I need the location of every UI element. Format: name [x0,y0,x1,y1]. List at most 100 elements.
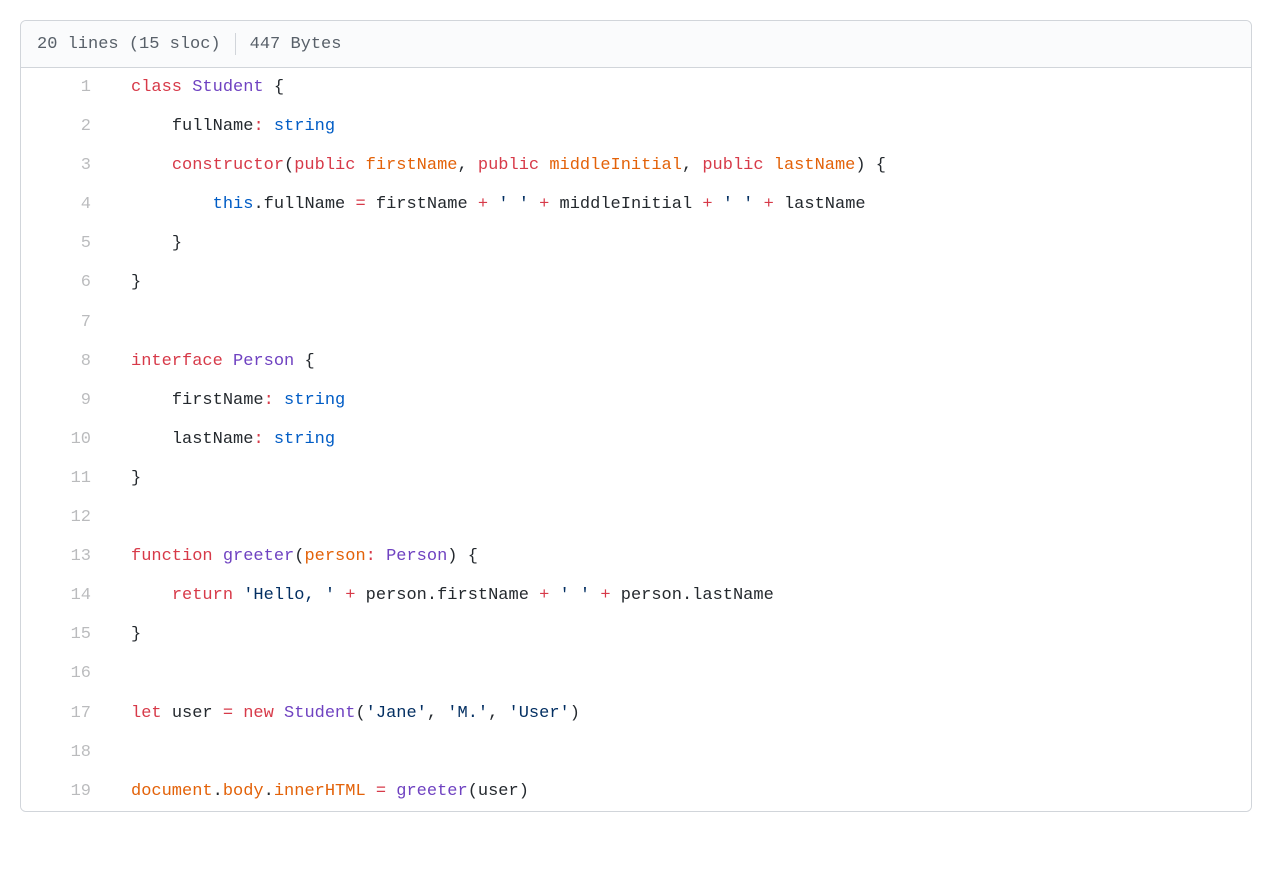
token-punct: , [457,156,467,175]
token-kw: public [702,156,763,175]
line-code[interactable] [111,498,1251,537]
line-number[interactable]: 4 [21,185,111,224]
token-cls: Person [386,547,447,566]
token-id: user [478,782,519,801]
line-number[interactable]: 19 [21,772,111,811]
line-code[interactable]: return 'Hello, ' + person.firstName + ' … [111,576,1251,615]
token-str: ' ' [560,586,591,605]
token-str: 'M.' [447,704,488,723]
token-op: : [264,391,274,410]
token-cls: Student [192,78,263,97]
line-code[interactable]: document.body.innerHTML = greeter(user) [111,772,1251,811]
line-code[interactable] [111,733,1251,772]
token-punct: . [213,782,223,801]
token-op: : [253,117,263,136]
line-code[interactable]: lastName: string [111,420,1251,459]
token-prm: firstName [366,156,458,175]
token-op: = [223,704,233,723]
line-number[interactable]: 10 [21,420,111,459]
line-number[interactable]: 8 [21,342,111,381]
token-id: firstName [376,195,468,214]
line-code[interactable]: class Student { [111,68,1251,107]
code-line: 14 return 'Hello, ' + person.firstName +… [21,576,1251,615]
token-prm: person [304,547,365,566]
code-line: 12 [21,498,1251,537]
line-code[interactable]: firstName: string [111,381,1251,420]
token-punct: . [427,586,437,605]
line-number[interactable]: 1 [21,68,111,107]
token-var: document [131,782,213,801]
code-line: 9 firstName: string [21,381,1251,420]
token-op: = [376,782,386,801]
line-number[interactable]: 3 [21,146,111,185]
token-punct: . [253,195,263,214]
line-code[interactable]: } [111,459,1251,498]
token-punct: . [264,782,274,801]
token-punct: { [274,78,284,97]
token-kw: new [243,704,274,723]
token-fn: greeter [223,547,294,566]
line-number[interactable]: 2 [21,107,111,146]
token-kw: interface [131,352,223,371]
token-punct: { [304,352,314,371]
token-punct: } [172,234,182,253]
line-code[interactable]: this.fullName = firstName + ' ' + middle… [111,185,1251,224]
token-punct: ) [447,547,457,566]
token-id: middleInitial [560,195,693,214]
line-number[interactable]: 5 [21,224,111,263]
token-punct: { [468,547,478,566]
token-this: this [213,195,254,214]
token-cls: Student [284,704,355,723]
file-header: 20 lines (15 sloc) 447 Bytes [21,21,1251,68]
line-number[interactable]: 18 [21,733,111,772]
token-id: fullName [264,195,346,214]
line-number[interactable]: 9 [21,381,111,420]
code-line: 4 this.fullName = firstName + ' ' + midd… [21,185,1251,224]
token-id: person [621,586,682,605]
line-number[interactable]: 7 [21,303,111,342]
line-number[interactable]: 15 [21,615,111,654]
token-punct: } [131,469,141,488]
line-code[interactable]: function greeter(person: Person) { [111,537,1251,576]
line-number[interactable]: 13 [21,537,111,576]
line-number[interactable]: 16 [21,654,111,693]
token-kw: class [131,78,182,97]
code-line: 11} [21,459,1251,498]
token-kw: return [172,586,233,605]
line-code[interactable]: let user = new Student('Jane', 'M.', 'Us… [111,694,1251,733]
token-str: ' ' [723,195,754,214]
token-id: firstName [437,586,529,605]
token-fn: greeter [396,782,467,801]
token-op: + [600,586,610,605]
token-punct: ( [468,782,478,801]
line-code[interactable]: } [111,615,1251,654]
token-punct: ) [570,704,580,723]
line-number[interactable]: 6 [21,263,111,302]
token-type: string [274,117,335,136]
line-code[interactable]: } [111,263,1251,302]
token-str: 'Jane' [366,704,427,723]
token-id: person [366,586,427,605]
code-line: 2 fullName: string [21,107,1251,146]
line-code[interactable]: } [111,224,1251,263]
line-code[interactable]: constructor(public firstName, public mid… [111,146,1251,185]
token-op: = [355,195,365,214]
token-punct: . [682,586,692,605]
line-number[interactable]: 11 [21,459,111,498]
line-code[interactable]: interface Person { [111,342,1251,381]
line-number[interactable]: 17 [21,694,111,733]
code-body: 1class Student {2 fullName: string3 cons… [21,68,1251,811]
line-code[interactable] [111,654,1251,693]
line-code[interactable] [111,303,1251,342]
token-type: string [274,430,335,449]
token-punct: ( [355,704,365,723]
code-line: 6} [21,263,1251,302]
token-cls: Person [233,352,294,371]
token-id: lastName [784,195,866,214]
line-number[interactable]: 14 [21,576,111,615]
line-code[interactable]: fullName: string [111,107,1251,146]
file-size: 447 Bytes [250,35,342,54]
file-lines-sloc: 20 lines (15 sloc) [37,35,221,54]
code-line: 1class Student { [21,68,1251,107]
line-number[interactable]: 12 [21,498,111,537]
